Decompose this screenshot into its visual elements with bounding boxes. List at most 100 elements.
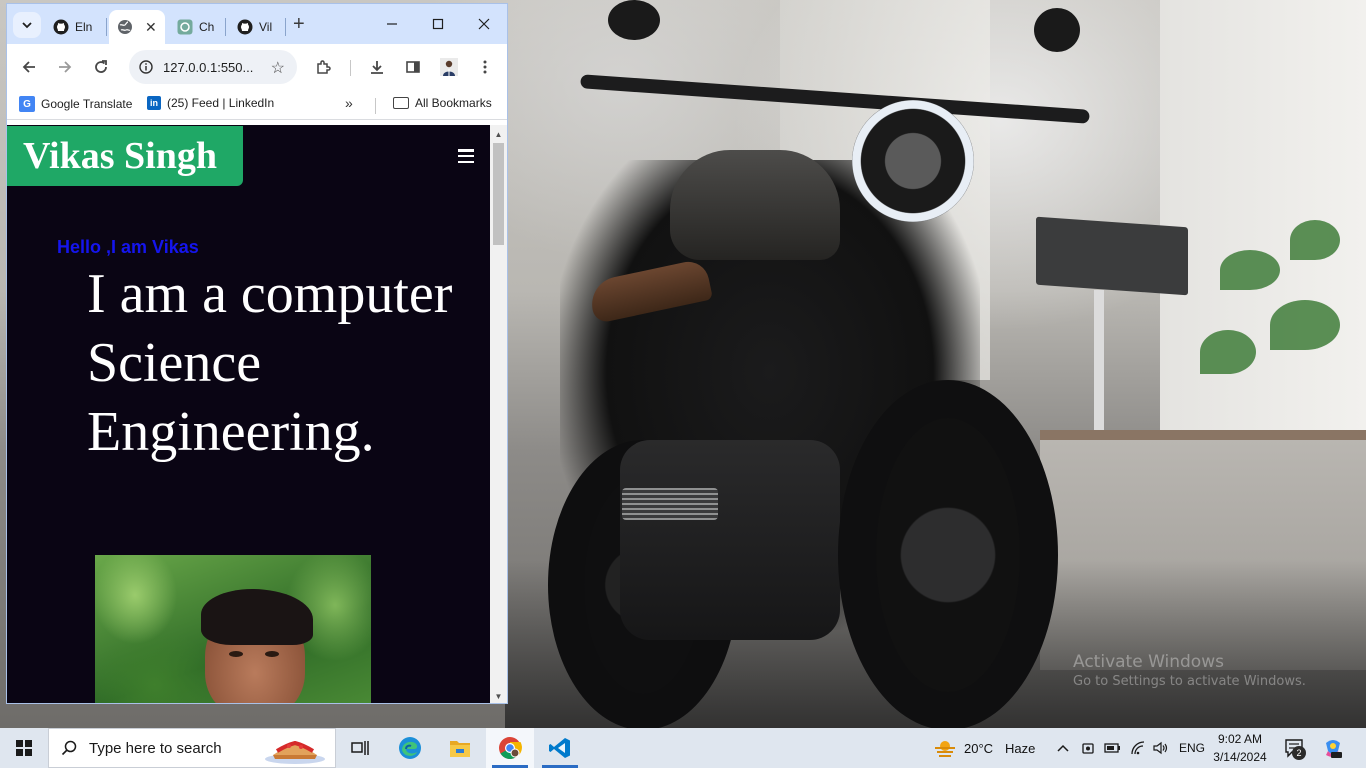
wallpaper-plant	[1290, 220, 1340, 260]
weather-condition: Haze	[1005, 740, 1036, 756]
search-icon	[61, 740, 77, 756]
side-panel-icon	[406, 61, 420, 73]
back-button[interactable]	[17, 55, 41, 79]
maximize-icon	[432, 18, 444, 30]
activation-watermark: Activate Windows Go to Settings to activ…	[1073, 652, 1306, 692]
copilot-icon	[1326, 740, 1342, 758]
address-bar[interactable]: 127.0.0.1:550... ☆	[129, 50, 297, 84]
info-icon	[139, 60, 153, 74]
wallpaper-plant	[1220, 250, 1280, 290]
taskbar-clock[interactable]: 9:02 AM 3/14/2024	[1206, 730, 1274, 766]
weather-temperature: 20°C	[964, 740, 994, 756]
tab-search-button[interactable]	[13, 12, 41, 38]
extensions-button[interactable]	[311, 55, 335, 79]
all-bookmarks-label: All Bookmarks	[415, 96, 492, 110]
tab-chatgpt[interactable]: Ch	[169, 10, 221, 44]
motorcycle-tank	[670, 150, 840, 260]
tab-label: Vil	[259, 20, 273, 34]
taskbar-search-box[interactable]: Type here to search	[48, 728, 336, 768]
chevron-up-icon	[1057, 744, 1069, 752]
download-icon	[371, 61, 383, 74]
tab-separator	[285, 18, 286, 36]
more-vertical-icon	[483, 60, 487, 74]
bookmark-star-icon[interactable]: ☆	[271, 58, 285, 78]
meet-now-icon[interactable]	[1081, 728, 1097, 768]
arrow-left-icon	[22, 61, 35, 73]
close-icon	[478, 18, 490, 30]
avatar-icon	[440, 58, 458, 76]
tab-label: Ch	[199, 20, 215, 34]
photo-eye	[265, 651, 279, 657]
hero-headline: I am a computer Science Engineering.	[87, 263, 453, 463]
clock-date: 3/14/2024	[1213, 750, 1267, 764]
bookmark-linkedin[interactable]: in (25) Feed | LinkedIn	[147, 96, 274, 110]
reload-button[interactable]	[89, 55, 113, 79]
hamburger-menu-icon[interactable]	[458, 149, 474, 163]
wallpaper-pillar	[1160, 0, 1366, 440]
windows-logo-icon	[16, 740, 32, 756]
tab-label: Eln	[75, 20, 93, 34]
wallpaper-plant	[1270, 300, 1340, 350]
tab-close-button[interactable]: ✕	[145, 19, 157, 36]
browser-menu-button[interactable]	[473, 55, 497, 79]
battery-icon[interactable]	[1104, 728, 1122, 768]
toolbar-divider	[350, 60, 351, 76]
all-bookmarks-button[interactable]: All Bookmarks	[393, 96, 492, 110]
scroll-up-arrow-icon[interactable]: ▲	[490, 127, 507, 141]
file-explorer-app[interactable]	[436, 728, 484, 768]
copilot-button[interactable]	[1322, 728, 1344, 768]
side-panel-button[interactable]	[401, 55, 425, 79]
browser-toolbar: 127.0.0.1:550... ☆	[7, 44, 507, 90]
maximize-button[interactable]	[415, 12, 461, 36]
start-button[interactable]	[0, 728, 48, 768]
bookmark-google-translate[interactable]: G Google Translate	[19, 96, 132, 112]
tab-strip: Eln ✕ Ch Vil +	[7, 4, 507, 44]
new-tab-button[interactable]: +	[293, 14, 305, 34]
google-translate-icon: G	[19, 96, 35, 112]
wallpaper-sign-post	[1094, 290, 1104, 440]
taskbar: Type here to search 20°C Haze ENG 9:02 A…	[0, 728, 1366, 768]
github-icon	[53, 19, 69, 35]
tab-separator	[225, 18, 226, 36]
chevron-down-icon	[22, 22, 32, 29]
globe-icon	[117, 19, 133, 35]
task-view-button[interactable]	[336, 728, 384, 768]
downloads-button[interactable]	[365, 55, 389, 79]
edge-app[interactable]	[386, 728, 434, 768]
puzzle-icon	[317, 60, 331, 74]
show-hidden-icons-button[interactable]	[1056, 728, 1070, 768]
pie-illustration-icon	[265, 740, 325, 764]
forward-button[interactable]	[53, 55, 77, 79]
wifi-icon[interactable]	[1130, 728, 1146, 768]
minimize-icon	[387, 23, 397, 25]
tab-github-1[interactable]: Eln	[45, 10, 103, 44]
close-button[interactable]	[461, 12, 507, 36]
volume-icon[interactable]	[1152, 728, 1170, 768]
minimize-button[interactable]	[369, 12, 415, 36]
scrollbar-thumb[interactable]	[493, 143, 504, 245]
language-indicator[interactable]: ENG	[1179, 728, 1205, 768]
vscode-icon	[549, 738, 570, 758]
motorcycle-front-wheel	[838, 380, 1058, 728]
chrome-icon	[499, 737, 522, 759]
site-brand[interactable]: Vikas Singh	[7, 126, 243, 186]
edge-icon	[399, 737, 421, 759]
wallpaper-plant	[1200, 330, 1256, 374]
page-scrollbar[interactable]: ▲ ▼	[490, 125, 507, 703]
profile-avatar[interactable]	[437, 55, 461, 79]
tab-active-page[interactable]: ✕	[109, 10, 165, 44]
bookmarks-overflow-button[interactable]: »	[345, 95, 353, 111]
activation-watermark-title: Activate Windows	[1073, 652, 1224, 672]
motorcycle-headlight	[852, 100, 974, 222]
tab-github-2[interactable]: Vil	[229, 10, 281, 44]
motorcycle-engine-badge	[622, 488, 718, 520]
vscode-app[interactable]	[536, 728, 584, 768]
file-explorer-icon	[450, 741, 470, 757]
chrome-app[interactable]	[486, 728, 534, 768]
bookmark-label: (25) Feed | LinkedIn	[167, 96, 275, 110]
weather-widget[interactable]: 20°C Haze	[934, 728, 1035, 768]
notification-badge: 2	[1292, 746, 1306, 760]
folder-icon	[393, 97, 409, 109]
scroll-down-arrow-icon[interactable]: ▼	[490, 689, 507, 703]
wallpaper-sign	[1036, 216, 1188, 296]
